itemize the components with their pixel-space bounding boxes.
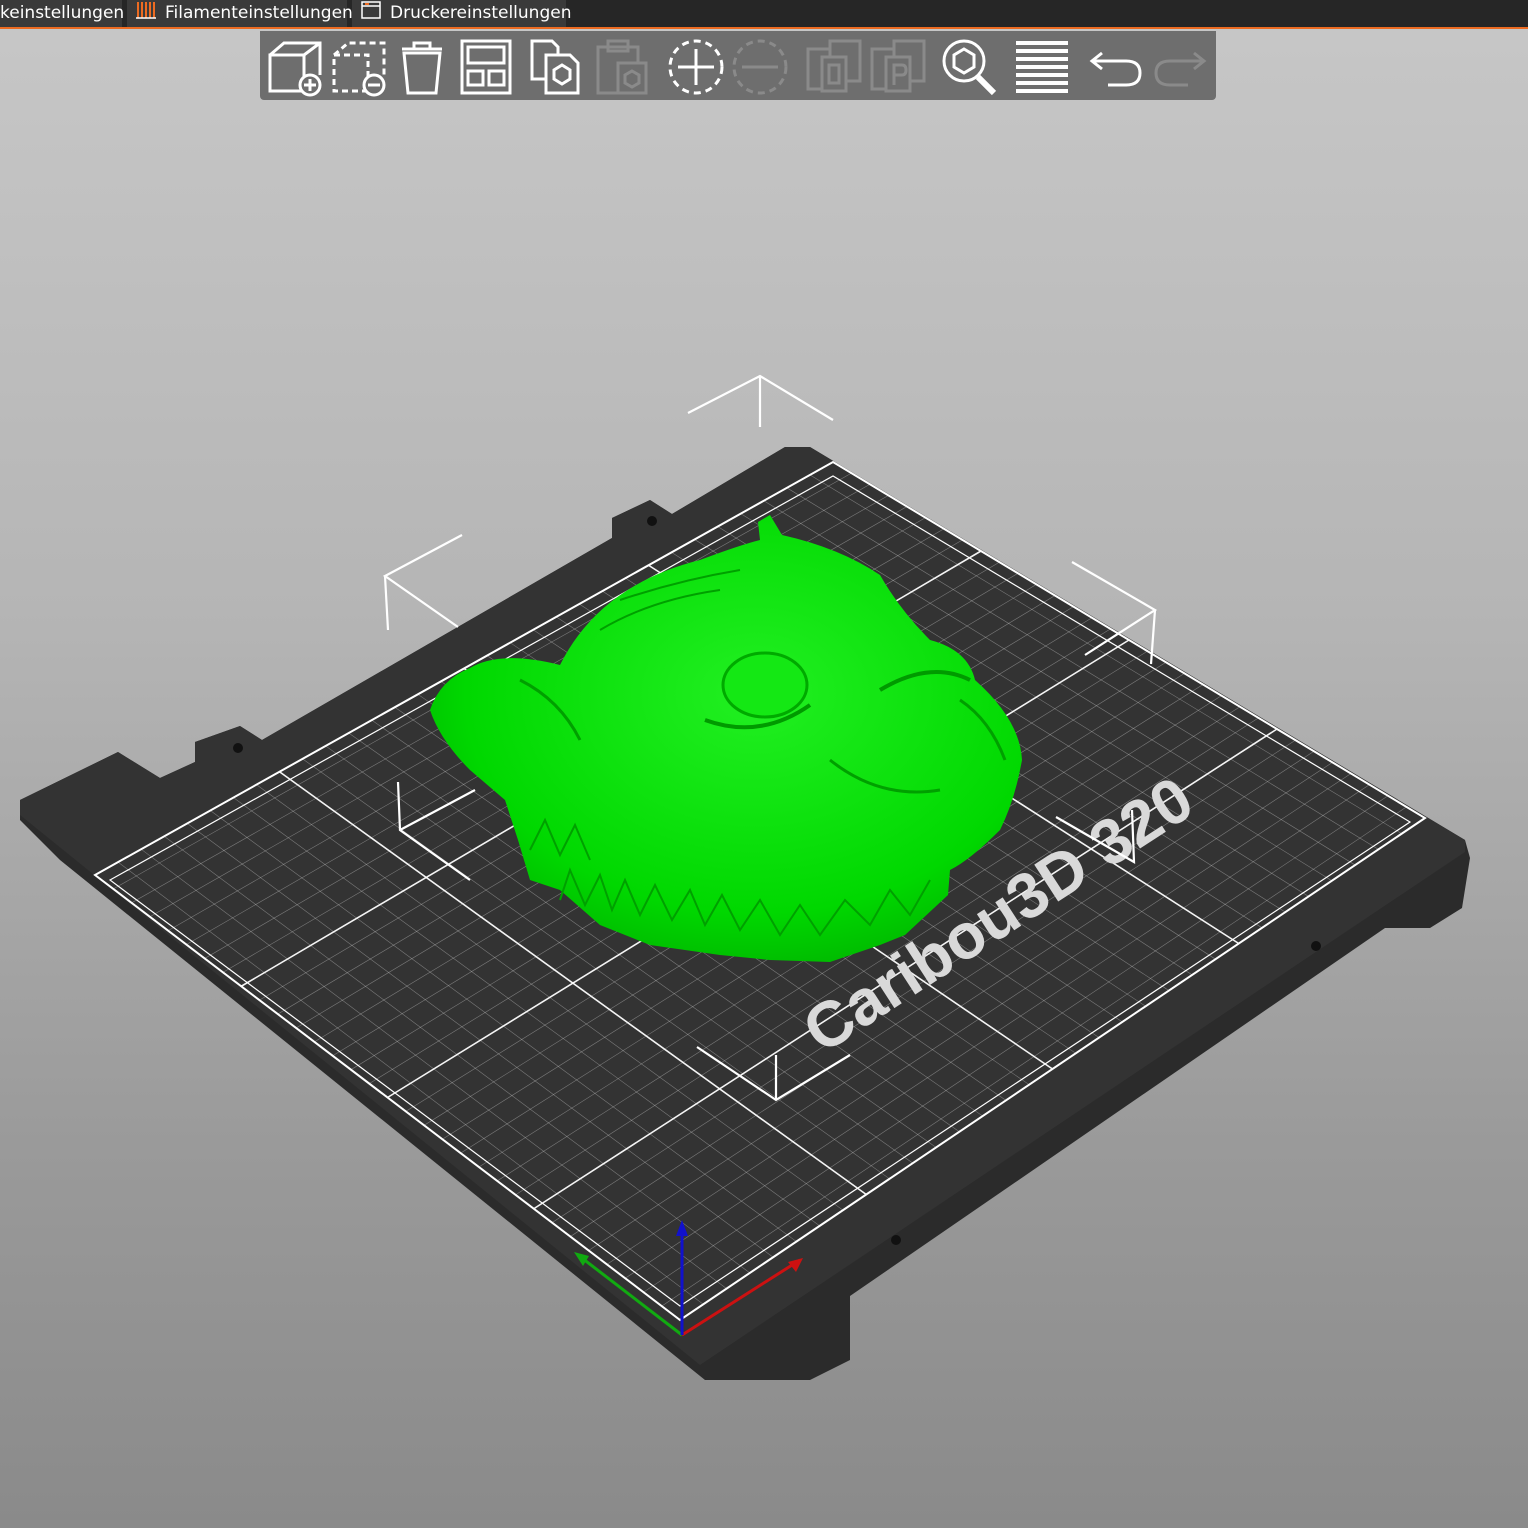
scene-canvas: Caribou3D 320: [20, 374, 1470, 1380]
tab-filament-settings[interactable]: Filamenteinstellungen: [127, 0, 353, 28]
3d-viewport[interactable]: Caribou3D 320: [0, 31, 1528, 1528]
tab-label: Druckereinstellungen: [390, 3, 572, 23]
printer-settings-icon: [360, 0, 382, 28]
tab-bar: keinstellungen Filamenteinstellungen Dru…: [0, 0, 1528, 29]
tab-label: Filamenteinstellungen: [165, 3, 353, 23]
tab-printer-settings[interactable]: Druckereinstellungen: [352, 0, 571, 28]
tab-print-settings[interactable]: keinstellungen: [0, 0, 125, 27]
filament-icon: [135, 0, 157, 28]
tab-label: keinstellungen: [0, 3, 125, 23]
